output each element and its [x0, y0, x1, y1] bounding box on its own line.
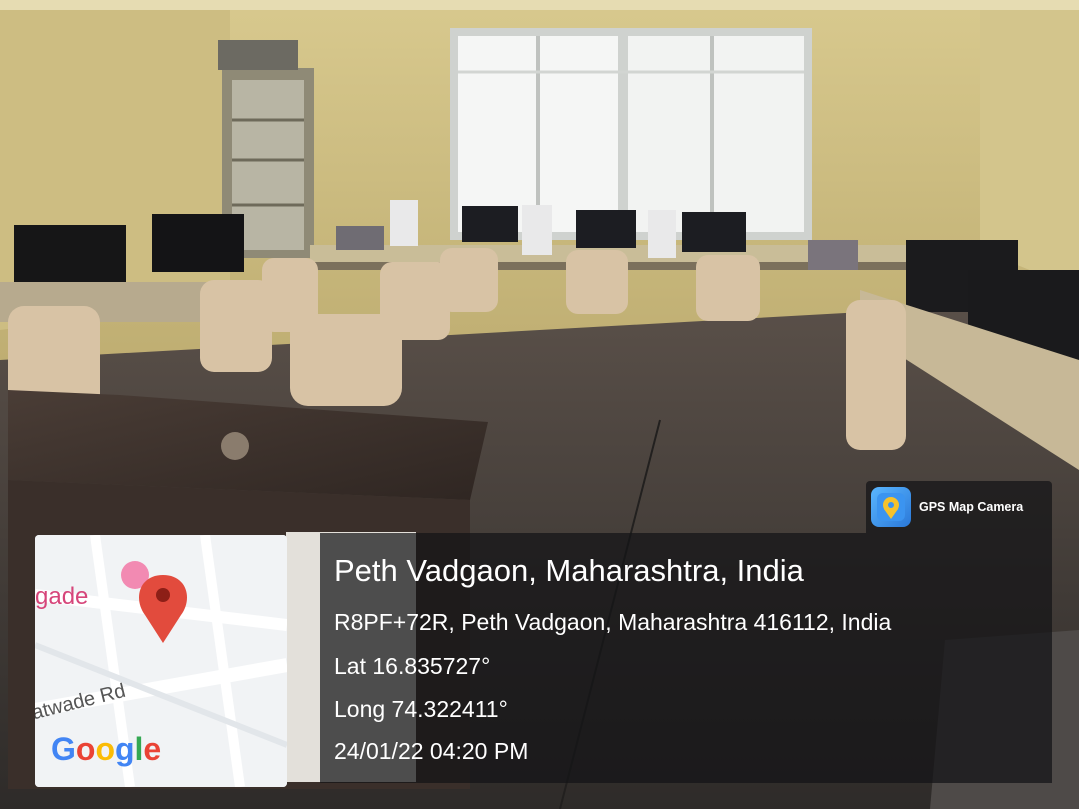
datetime-text: 24/01/22 04:20 PM: [334, 738, 529, 764]
location-info-panel: Peth Vadgaon, Maharashtra, India R8PF+72…: [320, 533, 1052, 783]
location-address: R8PF+72R, Peth Vadgaon, Maharashtra 4161…: [334, 609, 892, 635]
map-thumbnail: gade atwade Rd Google: [35, 535, 287, 787]
google-logo: Google: [51, 731, 162, 767]
location-title: Peth Vadgaon, Maharashtra, India: [334, 553, 804, 588]
gps-map-camera-icon: [871, 487, 911, 527]
map-place-label: gade: [35, 583, 89, 610]
latitude-text: Lat 16.835727°: [334, 653, 491, 679]
badge-label: GPS Map Camera: [919, 500, 1024, 514]
gps-map-camera-badge: GPS Map Camera: [866, 481, 1052, 533]
longitude-text: Long 74.322411°: [334, 696, 508, 722]
